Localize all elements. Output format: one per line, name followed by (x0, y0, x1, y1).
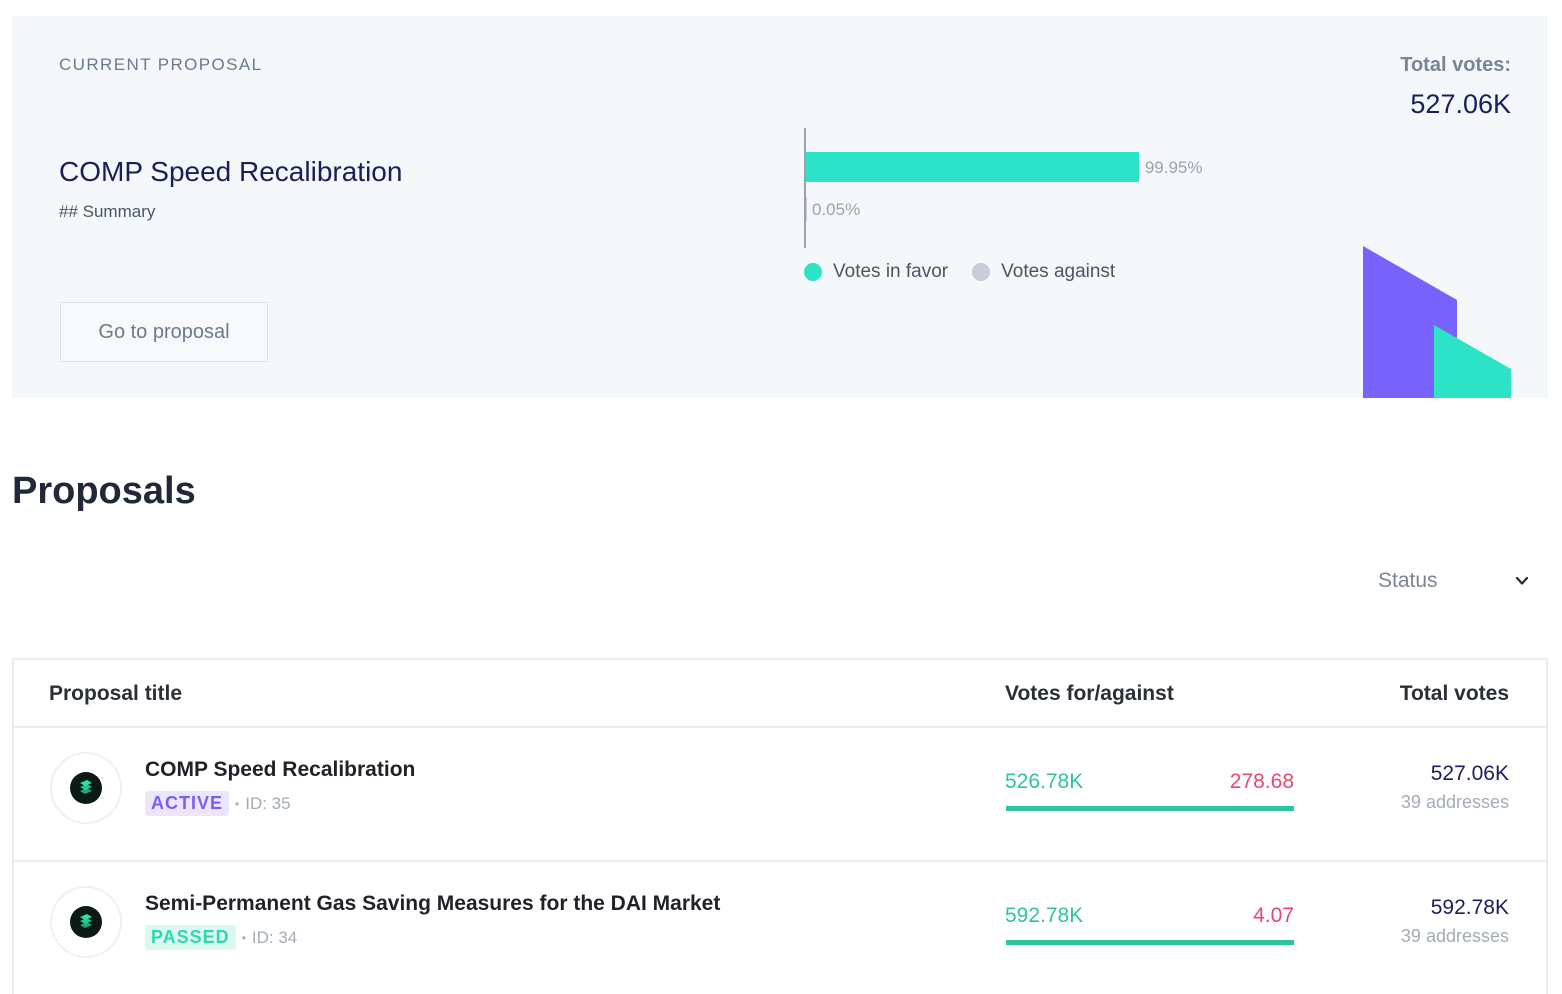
votes-in-favor-bar (806, 152, 1139, 182)
votes-for: 526.78K (1005, 770, 1084, 793)
legend-dot-favor (804, 263, 822, 281)
votes-progress-fill (1006, 806, 1294, 811)
compound-logo-icon (80, 914, 92, 928)
chart-legend: Votes in favor Votes against (804, 261, 1139, 283)
total-votes: 592.78K (1430, 896, 1509, 919)
votes-against-percent: 0.05% (812, 200, 861, 219)
current-proposal-title[interactable]: COMP Speed Recalibration (59, 156, 402, 188)
address-count: 39 addresses (1400, 792, 1509, 812)
column-header-votes: Votes for/against (1005, 682, 1174, 705)
legend-item-against: Votes against (972, 261, 1115, 283)
total-votes: 527.06K (1430, 762, 1509, 785)
votes-against: 278.68 (1229, 770, 1294, 793)
meta-separator: • (235, 796, 240, 811)
avatar (50, 752, 122, 824)
status-filter-dropdown[interactable]: Status (1378, 566, 1530, 596)
proposal-id: ID: 34 (251, 927, 298, 947)
proposal-meta: PASSED • ID: 34 (145, 925, 297, 950)
proposal-title[interactable]: COMP Speed Recalibration (145, 758, 415, 782)
current-proposal-label: CURRENT PROPOSAL (59, 55, 263, 74)
proposals-table: Proposal title Votes for/against Total v… (12, 658, 1548, 994)
total-votes-value: 527.06K (1410, 89, 1511, 119)
chart-axis (804, 128, 806, 248)
table-header: Proposal title Votes for/against Total v… (14, 660, 1546, 728)
legend-label-favor: Votes in favor (833, 261, 949, 282)
chevron-down-icon (1515, 576, 1529, 585)
status-badge: ACTIVE (145, 791, 230, 816)
proposal-id: ID: 35 (245, 793, 291, 813)
proposals-heading: Proposals (12, 470, 196, 512)
votes-for: 592.78K (1005, 904, 1084, 927)
legend-dot-against (972, 263, 991, 281)
address-count: 39 addresses (1400, 926, 1509, 946)
table-row[interactable]: Semi-Permanent Gas Saving Measures for t… (14, 862, 1546, 994)
column-header-total: Total votes (1399, 682, 1509, 705)
compound-logo-icon (80, 780, 92, 794)
votes-progress-bar (1006, 940, 1294, 945)
status-badge: PASSED (145, 925, 236, 950)
votes-against: 4.07 (1253, 904, 1294, 927)
legend-label-against: Votes against (1001, 261, 1116, 282)
proposal-title[interactable]: Semi-Permanent Gas Saving Measures for t… (145, 892, 720, 916)
proposal-meta: ACTIVE • ID: 35 (145, 791, 291, 816)
column-header-title: Proposal title (49, 682, 183, 705)
go-to-proposal-button[interactable]: Go to proposal (60, 302, 268, 362)
votes-progress-fill (1006, 940, 1294, 945)
votes-progress-bar (1006, 806, 1294, 811)
table-row[interactable]: COMP Speed Recalibration ACTIVE • ID: 35… (14, 728, 1546, 862)
decorative-shapes-icon (1363, 246, 1511, 398)
total-votes-label: Total votes: (1400, 54, 1511, 76)
legend-item-favor: Votes in favor (804, 261, 948, 283)
votes-in-favor-percent: 99.95% (1144, 158, 1203, 177)
status-filter-label: Status (1378, 569, 1438, 592)
current-proposal-summary: ## Summary (59, 202, 156, 221)
meta-separator: • (241, 930, 246, 945)
avatar (50, 886, 122, 958)
current-proposal-card: CURRENT PROPOSAL COMP Speed Recalibratio… (12, 16, 1548, 398)
